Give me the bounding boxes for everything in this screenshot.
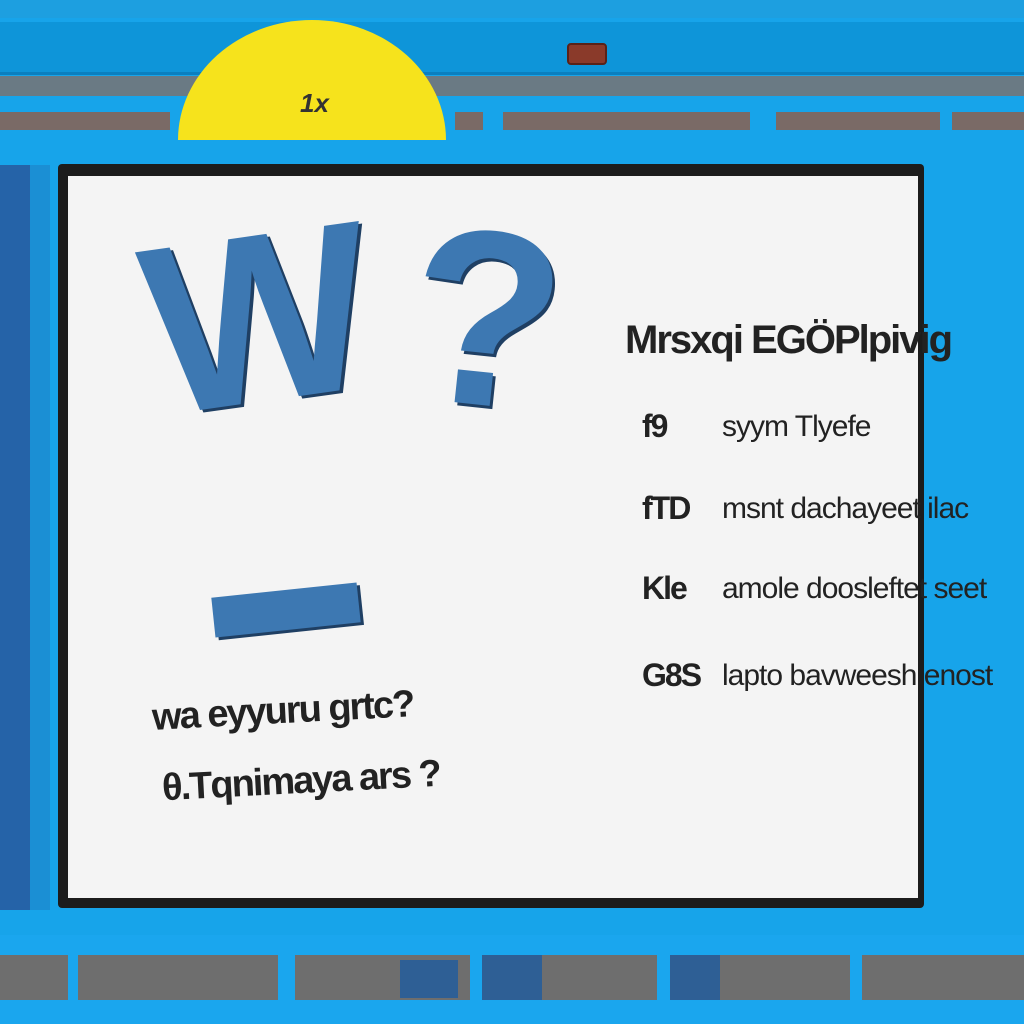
title-bar xyxy=(0,22,1024,75)
top-strip xyxy=(0,0,1024,18)
row-value: lapto bavweesh enost xyxy=(722,659,993,692)
w-glyph: W xyxy=(127,169,390,467)
taskbar-tile-active[interactable] xyxy=(482,955,542,1000)
sidebar xyxy=(0,165,30,910)
taskbar-tile-active[interactable] xyxy=(670,955,720,1000)
row-value: amole doosleftet seet xyxy=(722,572,987,605)
list-heading: Mrsxqi EGÖPlpivig xyxy=(625,318,953,362)
row-value: msnt dachayeet ilac xyxy=(722,492,969,525)
taskbar-tile-active[interactable] xyxy=(400,960,458,998)
tab[interactable] xyxy=(503,112,750,130)
toolbar-strip xyxy=(0,76,1024,96)
tab[interactable] xyxy=(0,112,170,130)
tab[interactable] xyxy=(455,112,483,130)
badge-label: 1x xyxy=(300,88,329,118)
row-key: f9 xyxy=(642,408,668,444)
question-glyph: ? xyxy=(395,171,577,466)
camera-icon xyxy=(567,43,607,65)
taskbar-tile[interactable] xyxy=(0,955,68,1000)
tab[interactable] xyxy=(776,112,940,130)
taskbar-tile[interactable] xyxy=(862,955,1024,1000)
row-value: syym Tlyefe xyxy=(722,410,871,443)
row-key: Kle xyxy=(642,570,688,606)
taskbar-tile[interactable] xyxy=(78,955,278,1000)
row-key: G8S xyxy=(642,657,702,693)
row-key: fTD xyxy=(642,490,691,526)
tab[interactable] xyxy=(952,112,1024,130)
sidebar-edge xyxy=(30,165,50,910)
